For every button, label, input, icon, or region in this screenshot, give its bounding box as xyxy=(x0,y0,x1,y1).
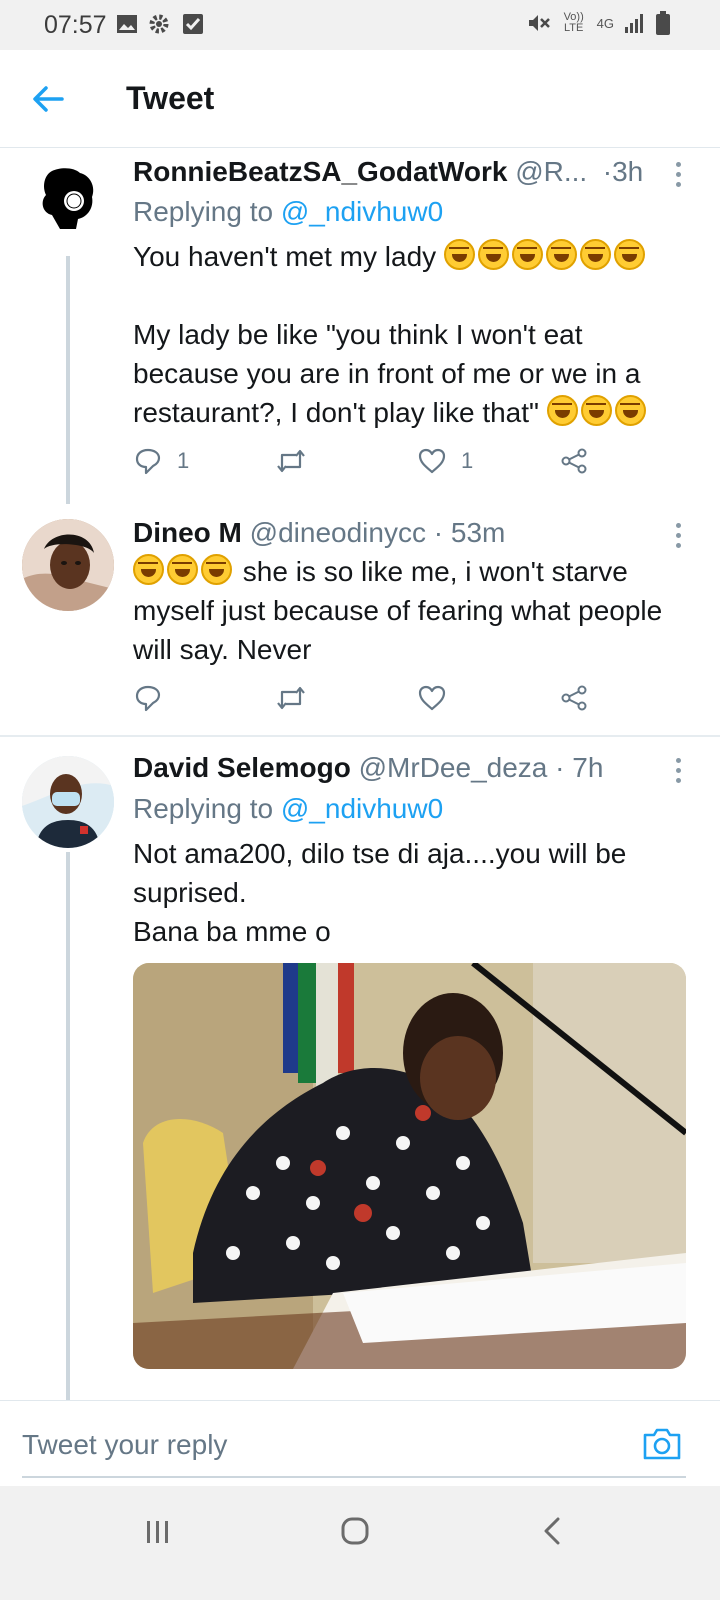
retweet-action[interactable] xyxy=(275,446,307,476)
reply-action[interactable]: 1 xyxy=(133,446,189,476)
more-options-icon[interactable] xyxy=(676,162,682,192)
author-name[interactable]: Dineo M xyxy=(133,517,242,548)
separator-dot: · xyxy=(547,752,573,783)
avatar[interactable] xyxy=(22,153,114,245)
tweet-text: You haven't met my lady My lady be like … xyxy=(133,237,693,432)
laughing-emoji xyxy=(546,395,578,426)
share-action[interactable] xyxy=(559,683,589,713)
battery-icon xyxy=(656,11,670,35)
camera-icon[interactable] xyxy=(642,1427,682,1461)
like-action[interactable] xyxy=(417,683,447,713)
tweet-header: RonnieBeatzSA_GodatWork @R... ·3h xyxy=(133,156,643,188)
author-name[interactable]: David Selemogo xyxy=(133,752,351,783)
more-options-icon[interactable] xyxy=(676,523,682,553)
gear-icon xyxy=(149,14,169,34)
heart-icon[interactable] xyxy=(417,446,447,476)
laughing-emoji xyxy=(167,554,198,585)
reply-icon[interactable] xyxy=(133,683,163,713)
avatar[interactable] xyxy=(22,756,114,848)
retweet-icon[interactable] xyxy=(275,683,307,713)
tweet-time[interactable]: 3h xyxy=(612,156,643,187)
mute-icon xyxy=(528,15,550,31)
author-handle[interactable]: @R... xyxy=(515,156,587,187)
system-nav-bar xyxy=(0,1486,720,1600)
mention-link[interactable]: @_ndivhuw0 xyxy=(281,196,443,227)
tweet-ronniebeatz[interactable]: RonnieBeatzSA_GodatWork @R... ·3h Replyi… xyxy=(0,148,720,504)
tweet-time[interactable]: 53m xyxy=(451,517,505,548)
afro-silhouette-logo xyxy=(42,168,94,229)
tweet-text: Not ama200, dilo tse di aja....you will … xyxy=(133,838,627,947)
tweet-header: David Selemogo @MrDee_deza · 7h xyxy=(133,752,603,784)
profile-photo xyxy=(22,519,114,611)
tweet-dineo[interactable]: Dineo M @dineodinycc · 53m she is so lik… xyxy=(0,505,720,733)
author-name[interactable]: RonnieBeatzSA_GodatWork xyxy=(133,156,507,187)
share-icon[interactable] xyxy=(559,683,589,713)
share-icon[interactable] xyxy=(559,446,589,476)
reply-count: 1 xyxy=(177,448,190,473)
thread-line xyxy=(66,256,70,504)
separator-dot: · xyxy=(594,156,613,187)
laughing-emoji xyxy=(511,239,543,270)
page-title: Tweet xyxy=(126,80,215,116)
reply-action[interactable] xyxy=(133,683,163,713)
tweet-divider xyxy=(0,735,720,737)
laughing-emoji xyxy=(443,239,475,270)
replying-label: Replying to xyxy=(133,196,274,227)
tweet-actions: 1 1 xyxy=(133,446,613,482)
laughing-emoji xyxy=(613,239,645,270)
reply-input[interactable]: Tweet your reply xyxy=(22,1429,227,1461)
like-count: 1 xyxy=(461,448,474,473)
replying-to: Replying to @_ndivhuw0 xyxy=(133,793,443,825)
recent-apps-icon[interactable] xyxy=(144,1518,172,1546)
reply-icon[interactable] xyxy=(133,446,163,476)
separator-dot: · xyxy=(425,517,451,548)
laughing-emoji xyxy=(201,554,232,585)
replying-label: Replying to xyxy=(133,793,274,824)
tweet-header: Dineo M @dineodinycc · 53m xyxy=(133,517,505,549)
thread-line xyxy=(66,852,70,1400)
mention-link[interactable]: @_ndivhuw0 xyxy=(281,793,443,824)
back-arrow-icon[interactable] xyxy=(30,81,66,117)
home-icon[interactable] xyxy=(340,1516,370,1546)
back-nav-icon[interactable] xyxy=(540,1516,564,1546)
retweet-icon[interactable] xyxy=(275,446,307,476)
tweet-media-photo[interactable] xyxy=(133,963,686,1369)
tweet-actions xyxy=(133,683,613,719)
status-time: 07:57 xyxy=(44,11,107,39)
reply-composer: Tweet your reply xyxy=(0,1400,720,1487)
like-action[interactable]: 1 xyxy=(417,446,473,476)
tweet-text-line1: You haven't met my lady xyxy=(133,241,437,272)
laughing-emoji xyxy=(477,239,509,270)
profile-photo xyxy=(22,756,114,848)
author-handle[interactable]: @MrDee_deza xyxy=(359,752,548,783)
tweet-text: she is so like me, i won't starve myself… xyxy=(133,552,693,669)
laughing-emoji xyxy=(580,395,612,426)
laughing-emoji xyxy=(545,239,577,270)
status-bar: 07:57 Vo)) LTE 4G xyxy=(0,0,720,50)
signal-icon xyxy=(625,14,643,33)
more-options-icon[interactable] xyxy=(676,758,682,788)
input-underline xyxy=(22,1476,686,1478)
network-label: 4G xyxy=(596,15,614,31)
laughing-emoji xyxy=(614,395,646,426)
image-icon xyxy=(117,15,137,33)
replying-to: Replying to @_ndivhuw0 xyxy=(133,196,443,228)
tweet-time[interactable]: 7h xyxy=(572,752,603,783)
share-action[interactable] xyxy=(559,446,589,476)
laughing-emoji xyxy=(579,239,611,270)
author-handle[interactable]: @dineodinycc xyxy=(250,517,426,548)
volte-label: Vo)) LTE xyxy=(563,11,584,34)
laughing-emoji xyxy=(133,554,164,585)
check-box-icon xyxy=(183,14,203,34)
app-bar: Tweet xyxy=(0,50,720,148)
avatar[interactable] xyxy=(22,519,114,611)
heart-icon[interactable] xyxy=(417,683,447,713)
retweet-action[interactable] xyxy=(275,683,307,713)
photo-woman-signing xyxy=(133,963,686,1369)
